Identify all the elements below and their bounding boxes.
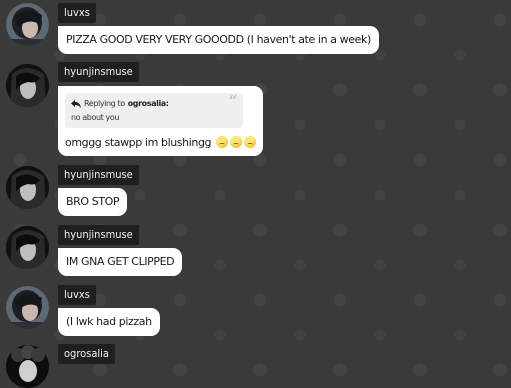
reply-preview[interactable]: Replying to ogrosalia: no about you “ — [65, 93, 243, 128]
reply-header: Replying to ogrosalia: — [71, 98, 237, 109]
pleading-face-emoji — [230, 136, 243, 148]
username-tag[interactable]: hyunjinsmuse — [58, 225, 139, 245]
username-tag[interactable]: ogrosalia — [58, 344, 115, 364]
username-tag[interactable]: hyunjinsmuse — [58, 62, 139, 82]
avatar-long-hair-icon[interactable] — [6, 64, 49, 107]
username-tag[interactable]: luvxs — [58, 3, 96, 23]
message-bubble: BRO STOP — [58, 188, 128, 216]
chat-feed: luvxs PIZZA GOOD VERY VERY GOOODD (I hav… — [0, 0, 511, 388]
quote-icon: “ — [228, 92, 237, 113]
username-tag[interactable]: hyunjinsmuse — [58, 165, 139, 185]
username-tag[interactable]: luvxs — [58, 285, 96, 305]
avatar-curly-hair-icon[interactable] — [6, 345, 49, 388]
avatar-dark-hair-icon[interactable] — [6, 3, 49, 46]
pleading-face-emoji — [244, 136, 257, 148]
message-bubble: (I lwk had pizzah — [58, 308, 160, 336]
avatar-long-hair-icon[interactable] — [6, 226, 49, 269]
message-bubble: IM GNA GET CLIPPED — [58, 248, 183, 276]
message-bubble: PIZZA GOOD VERY VERY GOOODD (I haven't a… — [58, 26, 379, 54]
reply-arrow-icon — [71, 99, 81, 108]
message-text-row: omggg stawpp im blushingg — [65, 136, 257, 150]
reply-message-bubble: Replying to ogrosalia: no about you “ om… — [58, 86, 264, 156]
pleading-face-emoji — [216, 136, 229, 148]
avatar-long-hair-icon[interactable] — [6, 166, 49, 209]
reply-text: no about you — [71, 113, 120, 122]
avatar-dark-hair-icon[interactable] — [6, 286, 49, 329]
reply-username: ogrosalia: — [127, 99, 169, 108]
reply-label: Replying to — [84, 99, 125, 108]
message-text: omggg stawpp im blushingg — [65, 136, 212, 149]
